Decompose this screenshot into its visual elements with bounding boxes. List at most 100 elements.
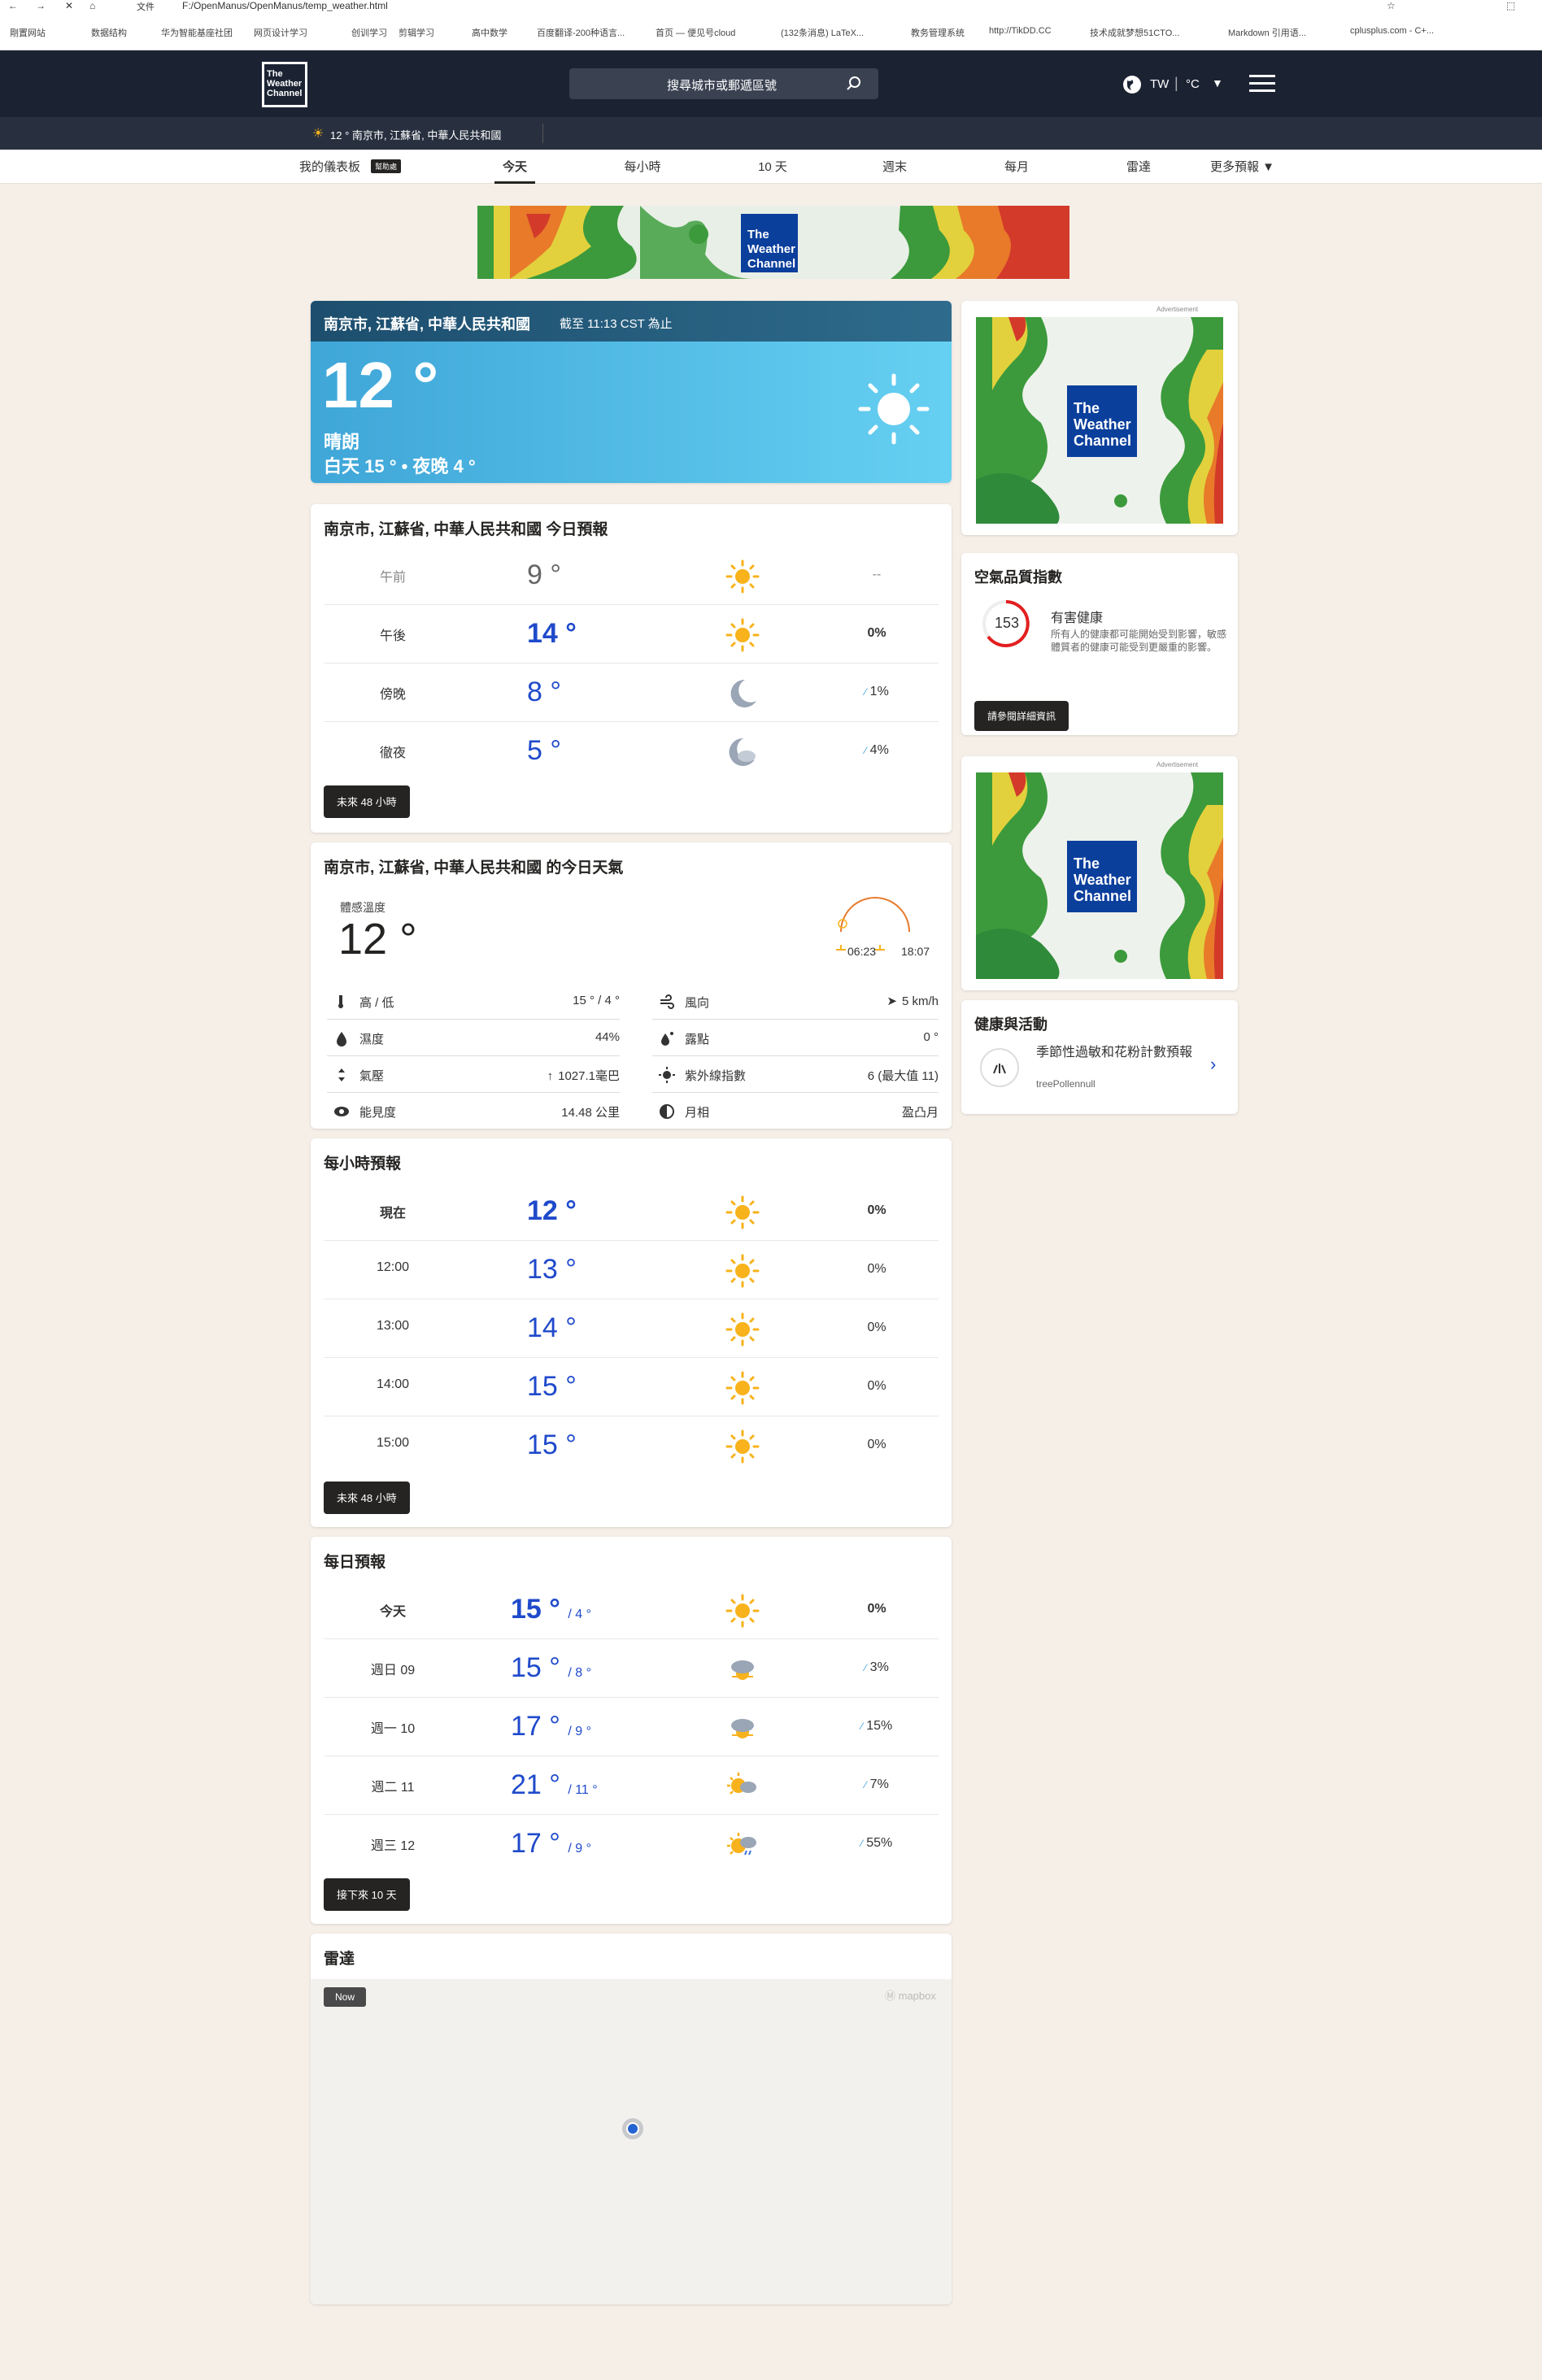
pollen-sub: treePollennull — [1036, 1078, 1096, 1090]
tab-more[interactable]: 更多預報 ▼ — [1210, 158, 1274, 175]
address-bar[interactable]: F:/OpenManus/OpenManus/temp_weather.html — [182, 0, 388, 11]
table-row[interactable]: 13:00 14 ° 0% — [324, 1299, 939, 1358]
bookmark-item[interactable]: 教务管理系统 — [911, 26, 965, 39]
list-item[interactable]: 傍晚 8 ° ⁄ 1% — [324, 664, 939, 722]
tab-hourly[interactable]: 每小時 — [618, 158, 667, 175]
pollen-item[interactable]: 季節性過敏和花粉計數預報 treePollennull › — [961, 1041, 1238, 1114]
search-input[interactable]: 搜尋城市或郵遞區號 — [569, 68, 878, 99]
tab-radar[interactable]: 雷達 — [1114, 158, 1163, 175]
table-row[interactable]: 12:00 13 ° 0% — [324, 1241, 939, 1299]
chevron-down-icon[interactable]: ▼ — [1212, 76, 1223, 89]
detail-row: 風向 ➤ 5 km/h — [652, 984, 939, 1020]
uv-icon — [659, 1067, 675, 1083]
weather-channel-logo[interactable]: The Weather Channel — [262, 62, 307, 107]
table-row[interactable]: 週二 11 21 ° / 11 ° ⁄ 7% — [324, 1756, 939, 1815]
sun-icon — [725, 1254, 760, 1288]
bookmark-item[interactable]: 高中数学 — [472, 26, 507, 39]
bookmark-item[interactable]: 网页设计学习 — [254, 26, 307, 39]
today-forecast-card: 南京市, 江蘇省, 中華人民共和國 今日預報 午前 9 ° -- 午後 14 °… — [311, 504, 952, 833]
eye-icon — [334, 1107, 349, 1116]
precip-value: ⁄ 55% — [860, 1836, 893, 1850]
recent-location[interactable]: ☀ 12 ° 南京市, 江蘇省, 中華人民共和國 — [307, 124, 543, 143]
back-icon[interactable]: ← — [8, 0, 18, 11]
close-icon[interactable]: ✕ — [65, 0, 73, 11]
svg-text:The: The — [1074, 400, 1100, 416]
table-row[interactable]: 週日 09 15 ° / 8 ° ⁄ 3% — [324, 1639, 939, 1698]
table-row[interactable]: 今天 15 ° / 4 ° 0% — [324, 1581, 939, 1639]
tab-weekend[interactable]: 週末 — [870, 158, 919, 175]
table-row[interactable]: 15:00 15 ° 0% — [324, 1416, 939, 1475]
search-icon[interactable] — [846, 76, 862, 92]
sun-icon — [725, 1312, 760, 1347]
next-48-hours-button[interactable]: 未來 48 小時 — [324, 1482, 410, 1514]
bookmark-item[interactable]: Markdown 引用语... — [1228, 26, 1306, 39]
bookmark-item[interactable]: 剛置网站 — [10, 26, 46, 39]
bookmark-item[interactable]: 技术成就梦想51CTO... — [1090, 26, 1179, 39]
hour-label: 13:00 — [376, 1319, 410, 1333]
radar-title: 雷達 — [324, 1951, 355, 1968]
svg-text:Channel: Channel — [1074, 433, 1131, 449]
precip-value: ⁄ 7% — [865, 1777, 889, 1791]
bookmark-item[interactable]: 百度翻译-200种语言... — [537, 26, 625, 39]
radar-map[interactable]: Now Ⓜ mapbox — [311, 1979, 952, 2304]
bookmark-item[interactable]: 剪辑学习 — [399, 26, 434, 39]
tab-monthly[interactable]: 每月 — [992, 158, 1041, 175]
table-row[interactable]: 週三 12 17 ° / 9 ° ⁄ 55% — [324, 1815, 939, 1873]
humidity-icon — [337, 1032, 346, 1046]
sidebar-ad-2[interactable]: Advertisement The Weather Channel — [961, 756, 1238, 990]
day-label: 今天 — [379, 1605, 406, 1619]
list-item[interactable]: 午前 9 ° -- — [324, 546, 939, 605]
home-icon[interactable]: ⌂ — [89, 0, 95, 11]
bookmark-item[interactable]: 首页 — 便见号cloud — [656, 26, 735, 39]
day-label: 週日 09 — [370, 1664, 416, 1677]
table-row[interactable]: 14:00 15 ° 0% — [324, 1358, 939, 1416]
sun-cloud-icon — [727, 1773, 756, 1795]
table-row[interactable]: 現在 12 ° 0% — [324, 1182, 939, 1241]
raindrop-icon: ⁄ — [865, 745, 867, 756]
locale-label[interactable]: TW — [1150, 77, 1169, 91]
list-item[interactable]: 徹夜 5 ° ⁄ 4% — [324, 722, 939, 781]
bookmark-item[interactable]: cplusplus.com - C+... — [1350, 26, 1434, 36]
table-row[interactable]: 週一 10 17 ° / 9 ° ⁄ 15% — [324, 1698, 939, 1756]
sun-icon — [725, 1371, 760, 1405]
unit-label[interactable]: °C — [1186, 77, 1200, 91]
radar-ad-image: The Weather Channel — [477, 206, 1069, 279]
globe-icon[interactable] — [1122, 75, 1142, 94]
hour-label: 現在 — [379, 1207, 406, 1220]
sun-icon — [725, 1594, 760, 1628]
aqi-details-button[interactable]: 請參閱詳細資訊 — [974, 701, 1069, 731]
list-item[interactable]: 午後 14 ° 0% — [324, 605, 939, 664]
menu-icon[interactable] — [1249, 75, 1275, 93]
raindrop-icon: ⁄ — [865, 686, 867, 698]
tab-dashboard[interactable]: 我的儀表板 — [299, 158, 360, 175]
detail-label: 風向 — [685, 996, 710, 1010]
forward-icon[interactable]: → — [36, 0, 46, 11]
sunrise-time: 06:23 — [847, 945, 877, 958]
next-48-hours-button[interactable]: 未來 48 小時 — [324, 785, 410, 818]
bookmark-item[interactable]: (132条消息) LaTeX... — [781, 26, 864, 39]
precip-value: 0% — [867, 1203, 886, 1217]
extension-icon[interactable]: ⬚ — [1506, 0, 1515, 11]
day-temps: 15 ° / 8 ° — [511, 1652, 591, 1683]
radar-now-button[interactable]: Now — [324, 1987, 367, 2007]
bookmark-item[interactable]: 创训学习 — [351, 26, 387, 39]
location-pin-icon[interactable] — [621, 2117, 644, 2140]
detail-value: 6 (最大值 11) — [867, 1069, 939, 1083]
precip-value: 0% — [867, 1321, 886, 1334]
banner-ad[interactable]: The Weather Channel — [477, 206, 1069, 279]
hour-temp: 14 ° — [527, 1312, 577, 1343]
bookmark-item[interactable]: 数据结构 — [91, 26, 127, 39]
svg-text:The: The — [747, 228, 769, 241]
hour-temp: 15 ° — [527, 1371, 577, 1402]
bookmark-item[interactable]: 华为智能基座社团 — [161, 26, 233, 39]
day-temps: 17 ° / 9 ° — [511, 1711, 591, 1742]
bookmark-item[interactable]: http://TikDD.CC — [989, 26, 1052, 36]
sidebar-ad-1[interactable]: Advertisement The Weather Channel — [961, 301, 1238, 535]
wind-direction-icon: ➤ — [886, 994, 897, 1008]
tab-10day[interactable]: 10 天 — [748, 158, 797, 175]
star-icon[interactable]: ☆ — [1387, 0, 1396, 11]
current-header: 南京市, 江蘇省, 中華人民共和國 截至 11:13 CST 為止 — [311, 301, 952, 342]
tab-today[interactable]: 今天 — [494, 158, 535, 184]
chevron-right-icon[interactable]: › — [1210, 1054, 1216, 1075]
next-10-days-button[interactable]: 接下來 10 天 — [324, 1878, 410, 1911]
